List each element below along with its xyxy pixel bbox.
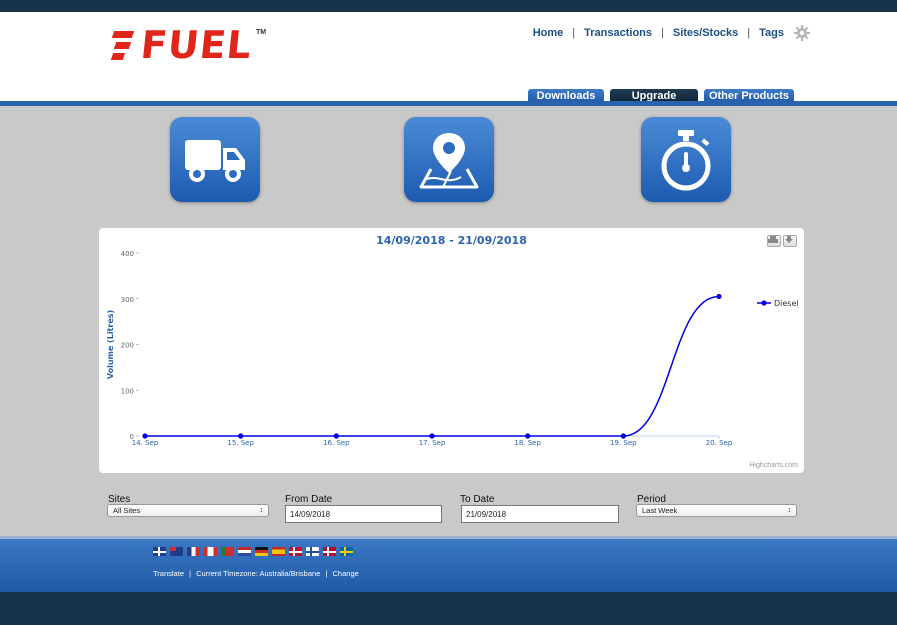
top-strip <box>0 0 897 12</box>
chart-plot: 0100200300400Volume (Litres)14. Sep 15. S… <box>106 250 799 447</box>
x-tick-label: 16. Sep <box>323 439 350 447</box>
header-underline <box>0 101 897 106</box>
sites-tile[interactable] <box>404 117 494 202</box>
y-tick-label: 400 <box>121 250 134 258</box>
y-tick-label: 100 <box>121 387 134 395</box>
y-axis-title: Volume (Litres) <box>106 310 115 379</box>
spain-flag[interactable] <box>272 547 285 556</box>
series-line-diesel <box>144 295 720 437</box>
france-flag[interactable] <box>187 547 200 556</box>
legend-marker[interactable] <box>761 300 767 306</box>
data-point[interactable] <box>429 433 435 439</box>
footer-separator: | <box>189 569 192 578</box>
portugal-flag[interactable] <box>221 547 234 556</box>
select-arrows-icon: ↕ <box>259 507 264 514</box>
nav-home[interactable]: Home <box>533 27 564 39</box>
translate-link[interactable]: Translate <box>153 569 184 578</box>
to-date-value: 21/09/2018 <box>466 509 507 519</box>
from-date-label: From Date <box>285 494 333 505</box>
nav-transactions[interactable]: Transactions <box>584 27 652 39</box>
bottom-bar <box>0 592 897 625</box>
select-arrows-icon: ↕ <box>787 507 792 514</box>
to-date-input[interactable]: 21/09/2018 <box>461 505 619 523</box>
map-pin-icon <box>419 132 479 188</box>
nav-separator: | <box>747 27 751 39</box>
filters-bar: Sites All Sites ↕ From Date 14/09/2018 T… <box>0 494 897 524</box>
y-tick-label: 300 <box>121 296 134 304</box>
truck-icon <box>185 139 245 182</box>
logo-trademark: TM <box>256 29 267 36</box>
nav-tags[interactable]: Tags <box>759 27 784 39</box>
highcharts-credit[interactable]: Highcharts.com <box>749 462 798 469</box>
nav-sites-stocks[interactable]: Sites/Stocks <box>673 27 738 39</box>
change-timezone-link[interactable]: Change <box>333 569 359 578</box>
sites-select[interactable]: All Sites ↕ <box>107 504 269 517</box>
language-flags <box>153 547 353 556</box>
x-tick-label: 18. Sep <box>514 439 541 447</box>
footer-links: Translate | Current Timezone: Australia/… <box>153 569 359 578</box>
data-point[interactable] <box>333 433 339 439</box>
data-point[interactable] <box>620 433 626 439</box>
data-point[interactable] <box>238 433 244 439</box>
timezone-text: Current Timezone: Australia/Brisbane <box>196 569 321 578</box>
legend-label-diesel[interactable]: Diesel <box>774 299 799 308</box>
logo-mark-icon <box>110 29 137 63</box>
y-tick-label: 200 <box>121 342 134 350</box>
canada-flag[interactable] <box>204 547 217 556</box>
from-date-value: 14/09/2018 <box>290 509 331 519</box>
footer-separator: | <box>325 569 328 578</box>
x-tick-label: 19. Sep <box>610 439 637 447</box>
x-tick-label: 15. Sep <box>227 439 254 447</box>
germany-flag[interactable] <box>255 547 268 556</box>
to-date-label: To Date <box>460 494 495 505</box>
sites-select-value: All Sites <box>113 506 141 515</box>
gear-icon[interactable] <box>794 25 810 41</box>
uk-flag[interactable] <box>153 547 166 556</box>
x-tick-label: 14. Sep <box>132 439 159 447</box>
data-point[interactable] <box>525 433 531 439</box>
denmark-flag[interactable] <box>289 547 302 556</box>
nav-separator: | <box>572 27 576 39</box>
data-point[interactable] <box>716 293 722 300</box>
tags-tile[interactable] <box>641 117 731 202</box>
top-nav: Home | Transactions | Sites/Stocks | Tag… <box>533 25 810 41</box>
nav-separator: | <box>661 27 664 39</box>
header: FUEL TM Home | Transactions | Sites/Stoc… <box>0 12 897 103</box>
data-point[interactable] <box>142 433 148 439</box>
period-select[interactable]: Last Week ↕ <box>636 504 797 517</box>
volume-chart: 14/09/2018 - 21/09/2018 0 100 200 300 400 Vol… <box>99 228 804 473</box>
stopwatch-icon <box>661 129 711 190</box>
x-tick-label: 20. Sep <box>706 439 733 447</box>
sweden-flag[interactable] <box>340 547 353 556</box>
from-date-input[interactable]: 14/09/2018 <box>285 505 442 523</box>
new-zealand-flag[interactable] <box>170 547 183 556</box>
finland-flag[interactable] <box>306 547 319 556</box>
footer: Translate | Current Timezone: Australia/… <box>0 539 897 592</box>
period-select-value: Last Week <box>642 506 678 515</box>
efuel-logo[interactable]: FUEL TM <box>110 23 267 67</box>
netherlands-flag[interactable] <box>238 547 251 556</box>
x-tick-label: 17. Sep <box>419 439 446 447</box>
transactions-tile[interactable] <box>170 117 260 202</box>
logo-text: FUEL <box>138 23 255 67</box>
norway-flag[interactable] <box>323 547 336 556</box>
